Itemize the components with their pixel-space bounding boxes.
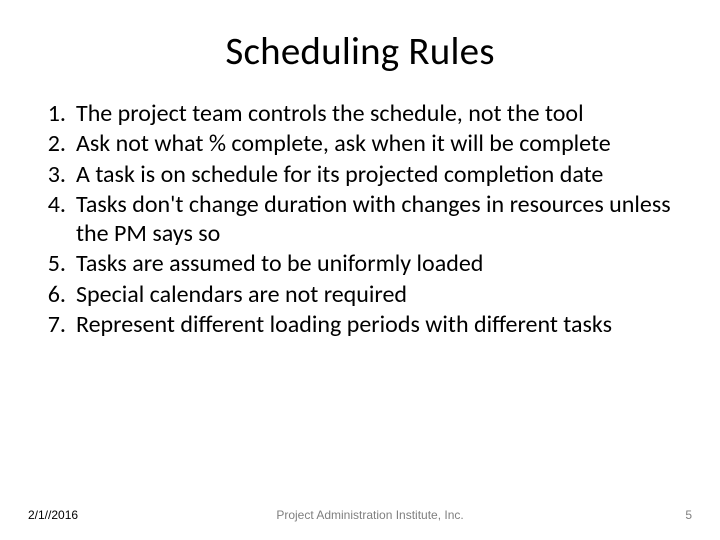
item-number: 2. [38,129,76,158]
item-text: Ask not what % complete, ask when it wil… [76,129,690,158]
item-text: A task is on schedule for its projected … [76,160,690,189]
list-item: 5. Tasks are assumed to be uniformly loa… [38,249,690,278]
item-number: 5. [38,249,76,278]
footer-page-number: 5 [662,508,692,522]
footer-date: 2/1//2016 [28,508,78,522]
item-number: 6. [38,280,76,309]
slide-footer: 2/1//2016 Project Administration Institu… [0,508,720,522]
item-text: The project team controls the schedule, … [76,99,690,128]
slide: Scheduling Rules 1. The project team con… [0,0,720,540]
list-item: 3. A task is on schedule for its project… [38,160,690,189]
rules-list: 1. The project team controls the schedul… [30,99,690,340]
item-number: 1. [38,99,76,128]
footer-organization: Project Administration Institute, Inc. [78,508,662,522]
item-text: Tasks are assumed to be uniformly loaded [76,249,690,278]
item-text: Represent different loading periods with… [76,310,690,339]
item-text: Special calendars are not required [76,280,690,309]
item-number: 4. [38,190,76,249]
list-item: 7. Represent different loading periods w… [38,310,690,339]
list-item: 1. The project team controls the schedul… [38,99,690,128]
item-text: Tasks don't change duration with changes… [76,190,690,249]
list-item: 2. Ask not what % complete, ask when it … [38,129,690,158]
list-item: 6. Special calendars are not required [38,280,690,309]
item-number: 7. [38,310,76,339]
slide-title: Scheduling Rules [30,28,690,75]
list-item: 4. Tasks don't change duration with chan… [38,190,690,249]
item-number: 3. [38,160,76,189]
